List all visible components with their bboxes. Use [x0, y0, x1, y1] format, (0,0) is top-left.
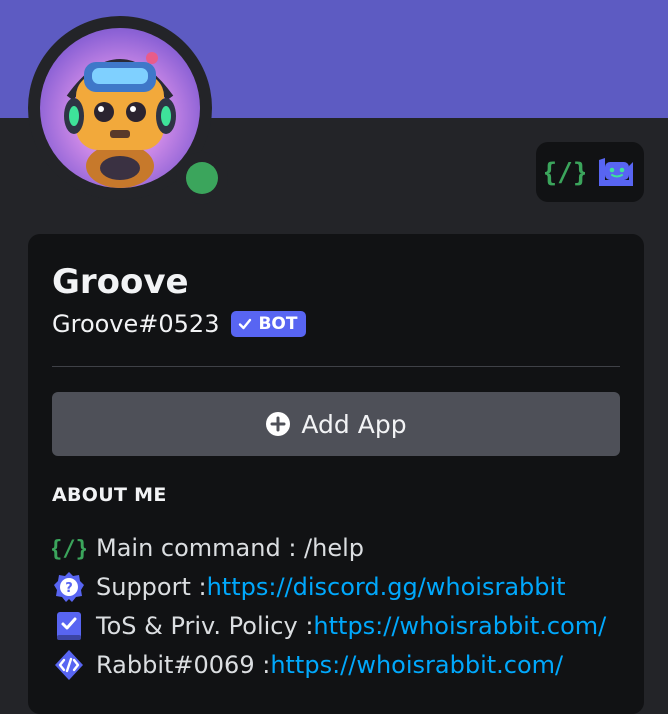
display-name: Groove [52, 262, 189, 302]
about-line-text: Rabbit#0069 : [96, 650, 271, 679]
add-app-label: Add App [301, 409, 407, 439]
developer-badge-icon [52, 648, 86, 682]
avatar-frame [28, 16, 228, 204]
svg-text:{/}: {/} [52, 537, 86, 562]
svg-text:{/}: {/} [545, 158, 585, 188]
avatar[interactable] [40, 28, 200, 188]
svg-text:?: ? [65, 581, 73, 596]
about-line-text: Support : [96, 572, 207, 601]
bot-badge-label: BOT [258, 314, 298, 334]
about-me-content: {/} Main command : /help ? Support : htt… [52, 528, 606, 684]
slash-commands-icon[interactable]: {/} [545, 152, 585, 192]
profile-badges: {/} [536, 142, 644, 202]
username-row: Groove#0523 BOT [52, 310, 307, 338]
about-me-heading: ABOUT ME [52, 484, 167, 506]
slash-commands-icon: {/} [52, 531, 86, 565]
divider [52, 366, 620, 367]
verified-check-icon [239, 318, 252, 330]
about-line-developer: Rabbit#0069 : https://whoisrabbit.com/ [52, 645, 606, 684]
about-line-support: ? Support : https://discord.gg/whoisrabb… [52, 567, 606, 606]
bot-badge: BOT [231, 311, 307, 337]
about-line-text: Main command : /help [96, 533, 365, 562]
username-tag: Groove#0523 [52, 310, 220, 338]
rules-book-icon [52, 609, 86, 643]
profile-card: Groove Groove#0523 BOT Add App ABOUT ME … [28, 234, 644, 714]
about-line-tos: ToS & Priv. Policy : https://whoisrabbit… [52, 606, 606, 645]
support-link[interactable]: https://discord.gg/whoisrabbit [207, 573, 566, 601]
bot-app-icon[interactable] [595, 152, 635, 192]
developer-link[interactable]: https://whoisrabbit.com/ [270, 651, 563, 679]
about-line-text: ToS & Priv. Policy : [96, 611, 314, 640]
about-line-main-command: {/} Main command : /help [52, 528, 606, 567]
help-badge-icon: ? [52, 570, 86, 604]
status-indicator [176, 152, 228, 204]
plus-circle-icon [266, 412, 291, 436]
online-status-icon [186, 162, 218, 194]
tos-link[interactable]: https://whoisrabbit.com/ [313, 612, 606, 640]
add-app-button[interactable]: Add App [52, 392, 620, 456]
